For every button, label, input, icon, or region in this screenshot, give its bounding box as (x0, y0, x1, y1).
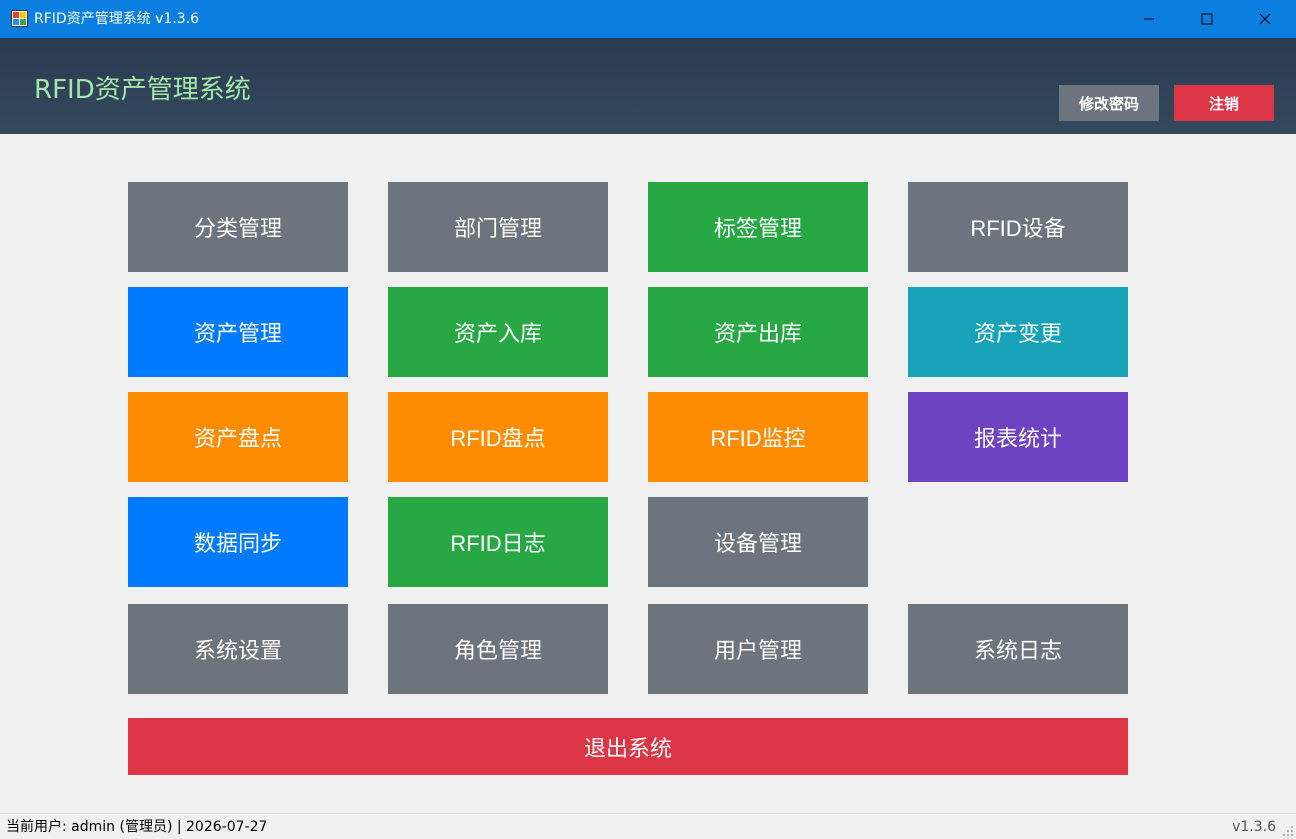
status-bar: 当前用户: admin (管理员) | 2026-07-27 v1.3.6 (0, 813, 1296, 839)
tile-data-sync-button[interactable]: 数据同步 (128, 497, 348, 587)
minimize-button[interactable] (1120, 0, 1178, 38)
tile-role-button[interactable]: 角色管理 (388, 604, 608, 694)
header-title: RFID资产管理系统 (34, 75, 251, 105)
app-icon (11, 10, 28, 27)
window-title: RFID资产管理系统 v1.3.6 (34, 11, 200, 27)
tile-tag-button[interactable]: 标签管理 (648, 182, 868, 272)
close-button[interactable] (1236, 0, 1294, 38)
maximize-icon (1201, 13, 1213, 25)
maximize-button[interactable] (1178, 0, 1236, 38)
tile-rfid-log-button[interactable]: RFID日志 (388, 497, 608, 587)
tile-rfid-monitor-button[interactable]: RFID监控 (648, 392, 868, 482)
tile-asset-in-button[interactable]: 资产入库 (388, 287, 608, 377)
status-version: v1.3.6 (1232, 819, 1276, 835)
tile-report-button[interactable]: 报表统计 (908, 392, 1128, 482)
tile-device-button[interactable]: 设备管理 (648, 497, 868, 587)
window-titlebar[interactable]: RFID资产管理系统 v1.3.6 (0, 0, 1296, 38)
minimize-icon (1144, 18, 1154, 20)
close-icon (1259, 13, 1271, 25)
tile-asset-out-button[interactable]: 资产出库 (648, 287, 868, 377)
resize-grip-icon[interactable] (1282, 825, 1294, 837)
tile-asset-button[interactable]: 资产管理 (128, 287, 348, 377)
tile-settings-button[interactable]: 系统设置 (128, 604, 348, 694)
tile-asset-change-button[interactable]: 资产变更 (908, 287, 1128, 377)
logout-button[interactable]: 注销 (1174, 85, 1274, 121)
tile-user-button[interactable]: 用户管理 (648, 604, 868, 694)
tile-category-button[interactable]: 分类管理 (128, 182, 348, 272)
tile-department-button[interactable]: 部门管理 (388, 182, 608, 272)
change-password-button[interactable]: 修改密码 (1059, 85, 1159, 121)
status-user-date: 当前用户: admin (管理员) | 2026-07-27 (6, 819, 268, 835)
tile-system-log-button[interactable]: 系统日志 (908, 604, 1128, 694)
tile-rfid-device-button[interactable]: RFID设备 (908, 182, 1128, 272)
tile-rfid-inventory-button[interactable]: RFID盘点 (388, 392, 608, 482)
exit-system-button[interactable]: 退出系统 (128, 718, 1128, 775)
tile-asset-inventory-button[interactable]: 资产盘点 (128, 392, 348, 482)
